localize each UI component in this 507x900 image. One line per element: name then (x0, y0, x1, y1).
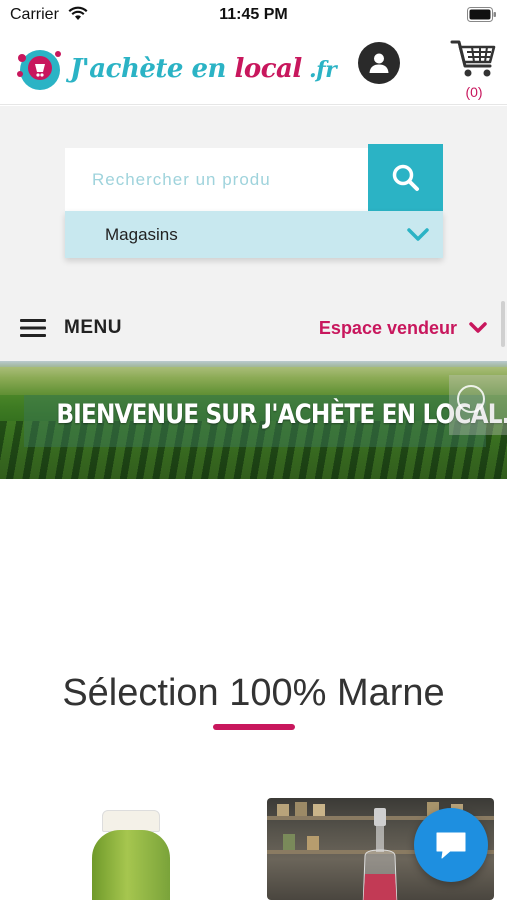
banner-next-button[interactable] (449, 375, 507, 435)
hero-banner[interactable]: BIENVENUE SUR J'ACHÈTE EN LOCAL.FR (0, 361, 507, 479)
menu-toggle-button[interactable]: MENU (20, 315, 122, 341)
chat-bubble-icon (436, 832, 466, 859)
shelf-product-image (313, 804, 325, 816)
circle-icon (457, 385, 485, 413)
search-icon (392, 164, 419, 191)
status-bar: Carrier 11:45 PM (0, 0, 507, 30)
seller-space-label: Espace vendeur (318, 317, 457, 338)
battery-icon (467, 7, 496, 22)
logo-wordmark: J'achète en local .fr (70, 54, 337, 84)
liqueur-bottle-image (362, 808, 398, 900)
scrollbar (501, 301, 505, 347)
shelf-product-image (277, 804, 289, 816)
section-title: Sélection 100% Marne (62, 672, 445, 714)
chat-button[interactable] (414, 808, 488, 882)
account-button[interactable] (358, 42, 400, 84)
chevron-down-icon (469, 322, 487, 333)
section-title-underline (213, 724, 295, 730)
search-scope-label: Magasins (105, 225, 178, 244)
cart-button[interactable]: (0) (450, 38, 498, 100)
bottle-cap-image (102, 810, 160, 832)
search-button[interactable] (368, 144, 443, 211)
clock-label: 11:45 PM (219, 6, 288, 23)
user-circle-icon (369, 53, 389, 73)
cart-count-badge: (0) (465, 84, 483, 100)
shelf-product-image (283, 834, 295, 850)
banner-title: BIENVENUE SUR J'ACHÈTE EN LOCAL.FR (56, 399, 507, 430)
shelf-product-image (295, 802, 307, 816)
logo-mark-icon (17, 50, 61, 90)
chevron-down-icon (407, 228, 429, 241)
seller-space-dropdown[interactable]: Espace vendeur (319, 315, 487, 341)
search-scope-select[interactable]: Magasins (65, 211, 443, 258)
site-logo[interactable]: J'achète en local .fr (14, 44, 337, 94)
app-header: J'achète en local .fr (0) (0, 30, 507, 105)
menu-label: MENU (64, 317, 122, 338)
banner-image-hills (0, 367, 507, 395)
search-area: Magasins (0, 106, 507, 295)
shopping-cart-icon (450, 40, 496, 77)
menu-bar: MENU Espace vendeur (0, 295, 507, 361)
search-box: Magasins (65, 144, 443, 258)
juice-bottle-image (92, 830, 170, 900)
search-input[interactable] (65, 148, 368, 211)
hamburger-icon (20, 319, 46, 337)
product-card[interactable] (62, 800, 242, 900)
shelf-product-image (307, 836, 319, 850)
